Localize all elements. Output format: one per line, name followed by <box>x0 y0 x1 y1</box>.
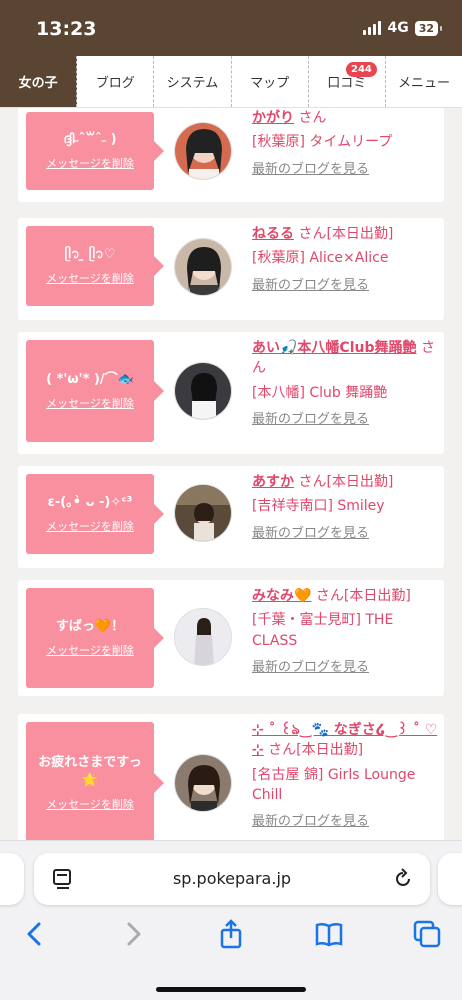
girl-info: かがり さん [秋葉原] タイムリープ 最新のブログを見る <box>252 108 438 179</box>
tabs-icon[interactable] <box>412 919 442 949</box>
nav-item-girls[interactable]: 女の子 <box>0 56 78 107</box>
honorific-label: さん[本日出勤] <box>268 742 364 759</box>
girl-info: ねるる さん[本日出勤] [秋葉原] Alice×Alice 最新のブログを見る <box>252 224 438 295</box>
shop-label: [秋葉原] タイムリープ <box>252 134 393 151</box>
nav-item-map[interactable]: マップ <box>232 56 309 107</box>
avatar[interactable] <box>174 608 232 666</box>
latest-blog-link[interactable]: 最新のブログを見る <box>252 411 438 430</box>
url-text: sp.pokepara.jp <box>172 869 292 888</box>
girl-name-link[interactable]: あすか <box>252 474 294 490</box>
message-text: ε-(｡•̀ ᴗ -)✧ᶜ³ <box>47 494 133 510</box>
avatar[interactable] <box>174 362 232 420</box>
reviews-count-badge: 244 <box>345 62 377 77</box>
list-item: ᥫ᭡ ̫ ᥫ᭡♡ メッセージを削除 ねるる さん[本日出勤] [秋葉原] Ali… <box>18 218 444 320</box>
nav-label: メニュー <box>397 76 450 91</box>
shop-label: [本八幡] Club 舞踊艶 <box>252 384 388 401</box>
honorific-label: さん[本日出勤] <box>298 474 394 490</box>
address-bar[interactable]: sp.pokepara.jp <box>34 853 430 905</box>
nav-label: ブログ <box>95 76 135 91</box>
shop-label: [吉祥寺南口] Smiley <box>252 498 385 515</box>
girl-name-link[interactable]: かがり <box>252 110 294 126</box>
delete-message-link[interactable]: メッセージを削除 <box>46 270 134 286</box>
girl-name-link[interactable]: ねるる <box>252 226 294 242</box>
message-bubble: ( *'ω'* )/⌒🐟 メッセージを削除 <box>26 340 164 442</box>
top-nav: 女の子 ブログ システム マップ 口コミ 244 メニュー <box>0 56 462 108</box>
nav-item-system[interactable]: システム <box>154 56 232 107</box>
delete-message-link[interactable]: メッセージを削除 <box>46 642 134 658</box>
nav-item-reviews[interactable]: 口コミ 244 <box>309 56 386 107</box>
honorific-label: さん[本日出勤] <box>315 588 411 604</box>
next-tab-preview[interactable] <box>438 853 462 905</box>
message-text: ദ്ദി˶ˆ꒳ˆ˵ ) <box>63 131 117 147</box>
message-bubble: お疲れさまですっ🌟 メッセージを削除 <box>26 722 164 840</box>
signal-icon <box>363 21 382 35</box>
message-text: すばっ🧡！ <box>55 618 125 634</box>
browser-toolbar: sp.pokepara.jp <box>0 840 462 1000</box>
girl-name-link[interactable]: みなみ🧡 <box>252 588 311 604</box>
list-item: ε-(｡•̀ ᴗ -)✧ᶜ³ メッセージを削除 あすか さん[本日出勤] [吉祥… <box>18 466 444 568</box>
message-bubble: ദ്ദി˶ˆ꒳ˆ˵ ) メッセージを削除 <box>26 112 164 190</box>
list-item: お疲れさまですっ🌟 メッセージを削除 ⊹ ˚ ꒰ঌ‿🐾 なぎさ໒‿꒱ ˚ ♡ ⊹… <box>18 714 444 840</box>
network-label: 4G <box>387 20 409 36</box>
shop-label: [名古屋 錦] Girls Lounge Chill <box>252 766 416 803</box>
bookmarks-icon[interactable] <box>314 919 344 949</box>
avatar[interactable] <box>174 484 232 542</box>
message-bubble: すばっ🧡！ メッセージを削除 <box>26 588 164 688</box>
nav-item-blog[interactable]: ブログ <box>77 56 155 107</box>
avatar[interactable] <box>174 754 232 812</box>
message-text: ᥫ᭡ ̫ ᥫ᭡♡ <box>64 246 116 262</box>
nav-item-menu[interactable]: メニュー <box>386 56 462 107</box>
message-bubble: ε-(｡•̀ ᴗ -)✧ᶜ³ メッセージを削除 <box>26 474 164 554</box>
message-bubble: ᥫ᭡ ̫ ᥫ᭡♡ メッセージを削除 <box>26 226 164 306</box>
girl-info: ⊹ ˚ ꒰ঌ‿🐾 なぎさ໒‿꒱ ˚ ♡ ⊹ さん[本日出勤] [名古屋 錦] G… <box>252 720 438 832</box>
delete-message-link[interactable]: メッセージを削除 <box>46 395 134 411</box>
delete-message-link[interactable]: メッセージを削除 <box>46 796 134 812</box>
share-icon[interactable] <box>216 919 246 949</box>
girl-info: みなみ🧡 さん[本日出勤] [千葉・富士見町] THE CLASS 最新のブログ… <box>252 586 438 678</box>
girl-info: あすか さん[本日出勤] [吉祥寺南口] Smiley 最新のブログを見る <box>252 472 438 543</box>
message-text: お疲れさまですっ🌟 <box>38 754 142 788</box>
back-icon[interactable] <box>20 919 50 949</box>
girl-name-link[interactable]: あい🎣本八幡Club舞踊艶 <box>252 340 417 356</box>
latest-blog-link[interactable]: 最新のブログを見る <box>252 525 438 544</box>
avatar[interactable] <box>174 122 232 180</box>
reload-icon[interactable] <box>392 868 414 894</box>
shop-label: [千葉・富士見町] THE CLASS <box>252 612 394 649</box>
list-item: ദ്ദി˶ˆ꒳ˆ˵ ) メッセージを削除 かがり さん [秋葉原] タイムリープ… <box>18 108 444 202</box>
list-item: ( *'ω'* )/⌒🐟 メッセージを削除 あい🎣本八幡Club舞踊艶 さん [… <box>18 332 444 454</box>
latest-blog-link[interactable]: 最新のブログを見る <box>252 659 438 678</box>
nav-label: システム <box>166 76 219 91</box>
girl-info: あい🎣本八幡Club舞踊艶 さん [本八幡] Club 舞踊艶 最新のブログを見… <box>252 338 438 430</box>
delete-message-link[interactable]: メッセージを削除 <box>46 155 134 171</box>
previous-tab-preview[interactable] <box>0 853 24 905</box>
nav-label: マップ <box>250 76 290 91</box>
status-bar: 13:23 4G 32 <box>0 0 462 56</box>
list-item: すばっ🧡！ メッセージを削除 みなみ🧡 さん[本日出勤] [千葉・富士見町] T… <box>18 580 444 696</box>
forward-icon[interactable] <box>118 919 148 949</box>
latest-blog-link[interactable]: 最新のブログを見る <box>252 161 438 180</box>
shop-label: [秋葉原] Alice×Alice <box>252 250 389 267</box>
avatar[interactable] <box>174 238 232 296</box>
latest-blog-link[interactable]: 最新のブログを見る <box>252 813 438 832</box>
status-time: 13:23 <box>36 18 97 40</box>
latest-blog-link[interactable]: 最新のブログを見る <box>252 277 438 296</box>
delete-message-link[interactable]: メッセージを削除 <box>46 518 134 534</box>
honorific-label: さん[本日出勤] <box>298 226 394 242</box>
nav-label: 女の子 <box>18 76 58 91</box>
battery-icon: 32 <box>414 20 443 36</box>
girl-list: ദ്ദി˶ˆ꒳ˆ˵ ) メッセージを削除 かがり さん [秋葉原] タイムリープ… <box>0 108 462 840</box>
home-indicator <box>156 987 306 992</box>
honorific-label: さん <box>298 110 327 126</box>
message-text: ( *'ω'* )/⌒🐟 <box>46 371 134 387</box>
status-indicators: 4G 32 <box>363 20 443 36</box>
